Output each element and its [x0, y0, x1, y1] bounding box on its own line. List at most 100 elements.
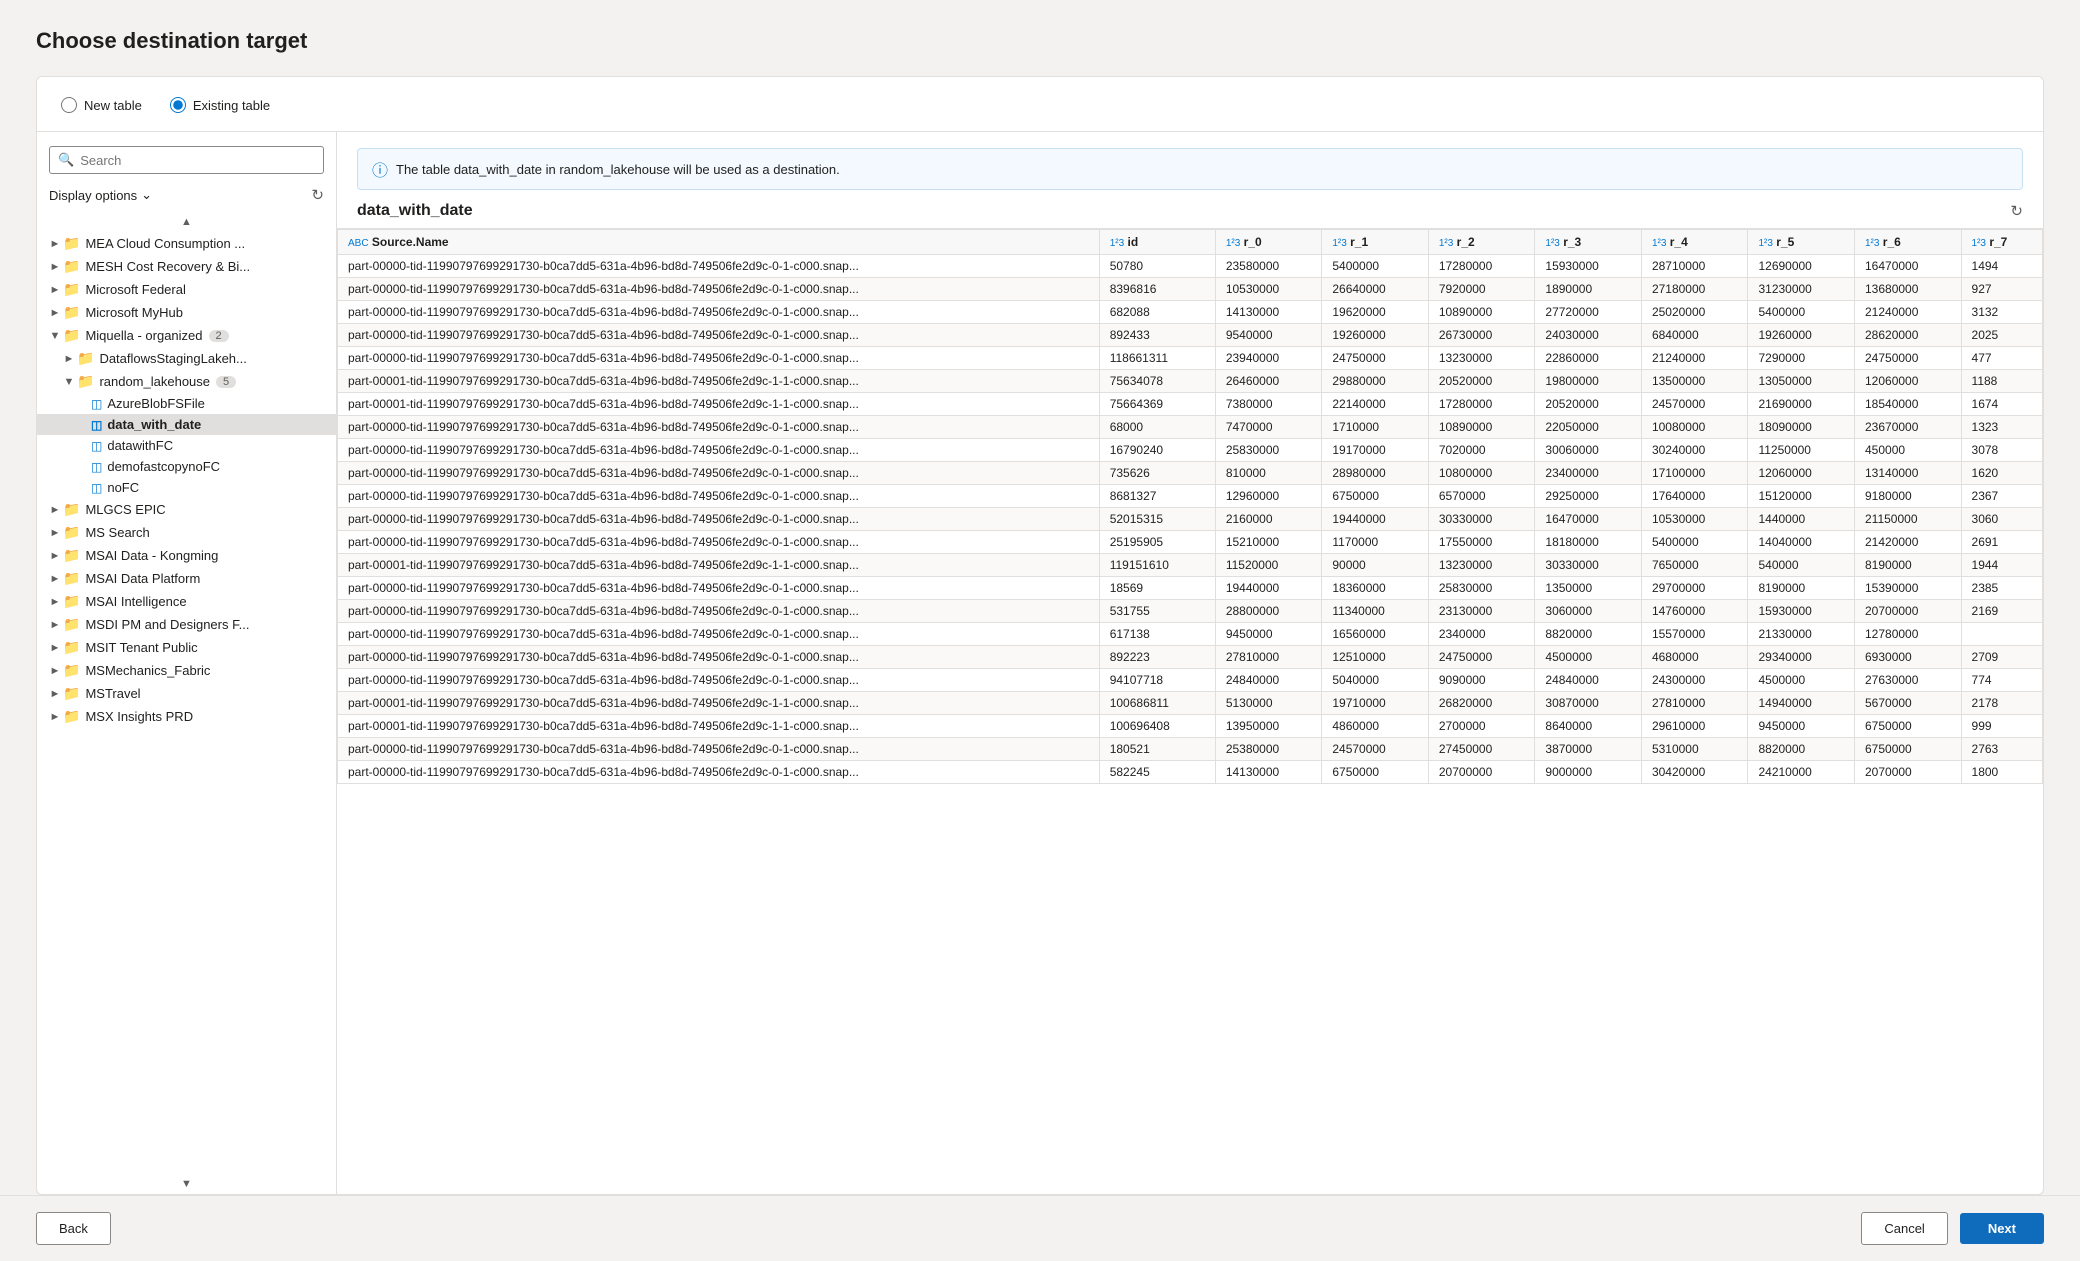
col-header-Source.Name: ABC Source.Name [338, 230, 1100, 255]
back-button[interactable]: Back [36, 1212, 111, 1245]
tree-item-msaidataplatform[interactable]: ►📁MSAI Data Platform [37, 567, 336, 590]
tree-item-randomlake[interactable]: ▼📁random_lakehouse5 [37, 370, 336, 393]
table-cell: 3060 [1961, 508, 2042, 531]
table-cell: 29880000 [1322, 370, 1429, 393]
table-cell: 8190000 [1748, 577, 1855, 600]
scroll-down-arrow[interactable]: ▼ [37, 1174, 336, 1194]
table-cell: 22050000 [1535, 416, 1642, 439]
table-cell: 27180000 [1641, 278, 1748, 301]
table-cell: 94107718 [1099, 669, 1215, 692]
table-cell: 12060000 [1855, 370, 1962, 393]
tree-item-dataflows[interactable]: ►📁DataflowsStagingLakeh... [37, 347, 336, 370]
table-cell: 23940000 [1215, 347, 1322, 370]
table-cell: 9000000 [1535, 761, 1642, 784]
tree-item-label: MSDI PM and Designers F... [85, 617, 249, 632]
tree-item-msfederal[interactable]: ►📁Microsoft Federal [37, 278, 336, 301]
tree-item-msaikongming[interactable]: ►📁MSAI Data - Kongming [37, 544, 336, 567]
right-panel: ⓘ The table data_with_date in random_lak… [337, 132, 2043, 1194]
table-cell: 28980000 [1322, 462, 1429, 485]
tree-item-mssearch[interactable]: ►📁MS Search [37, 521, 336, 544]
existing-table-option[interactable]: Existing table [170, 97, 270, 113]
chevron-icon: ▼ [61, 376, 77, 388]
new-table-option[interactable]: New table [61, 97, 142, 113]
table-cell: 22860000 [1535, 347, 1642, 370]
table-cell: 15570000 [1641, 623, 1748, 646]
table-cell: part-00000-tid-11990797699291730-b0ca7dd… [338, 761, 1100, 784]
table-cell: 1800 [1961, 761, 2042, 784]
chevron-icon: ► [47, 550, 63, 562]
tree-item-mea[interactable]: ►📁MEA Cloud Consumption ... [37, 232, 336, 255]
tree-item-msdipm[interactable]: ►📁MSDI PM and Designers F... [37, 613, 336, 636]
table-icon: ◫ [91, 481, 102, 495]
table-cell: 23580000 [1215, 255, 1322, 278]
tree-item-datawithdate[interactable]: ◫data_with_date [37, 414, 336, 435]
tree-item-mesh[interactable]: ►📁MESH Cost Recovery & Bi... [37, 255, 336, 278]
table-cell: 9090000 [1428, 669, 1535, 692]
data-table-container[interactable]: ABC Source.Name1²3 id1²3 r_01²3 r_11²3 r… [337, 228, 2043, 1194]
display-options-button[interactable]: Display options ⌄ [49, 187, 152, 203]
table-cell: 6750000 [1322, 485, 1429, 508]
table-cell: 23130000 [1428, 600, 1535, 623]
chevron-icon: ► [47, 665, 63, 677]
table-cell: 30330000 [1535, 554, 1642, 577]
tree-item-mstravel[interactable]: ►📁MSTravel [37, 682, 336, 705]
tree-item-msmechanics[interactable]: ►📁MSMechanics_Fabric [37, 659, 336, 682]
tree-item-mymyhub[interactable]: ►📁Microsoft MyHub [37, 301, 336, 324]
table-cell: 2367 [1961, 485, 2042, 508]
table-cell: 30330000 [1428, 508, 1535, 531]
table-cell: 5400000 [1322, 255, 1429, 278]
tree-item-msittenant[interactable]: ►📁MSIT Tenant Public [37, 636, 336, 659]
search-icon: 🔍 [58, 152, 74, 168]
tree-item-msaiintelligence[interactable]: ►📁MSAI Intelligence [37, 590, 336, 613]
table-cell: 6570000 [1428, 485, 1535, 508]
table-cell: 7020000 [1428, 439, 1535, 462]
chevron-icon: ► [47, 619, 63, 631]
existing-table-radio[interactable] [170, 97, 186, 113]
table-cell: 27810000 [1215, 646, 1322, 669]
table-cell: 75634078 [1099, 370, 1215, 393]
table-cell: 19260000 [1748, 324, 1855, 347]
table-cell: 5310000 [1641, 738, 1748, 761]
table-icon: ◫ [91, 397, 102, 411]
table-cell: 23670000 [1855, 416, 1962, 439]
new-table-radio[interactable] [61, 97, 77, 113]
table-row: part-00000-tid-11990797699291730-b0ca7dd… [338, 255, 2043, 278]
table-row: part-00000-tid-11990797699291730-b0ca7dd… [338, 577, 2043, 600]
table-cell: part-00000-tid-11990797699291730-b0ca7dd… [338, 669, 1100, 692]
tree-item-nofc[interactable]: ◫noFC [37, 477, 336, 498]
cancel-button[interactable]: Cancel [1861, 1212, 1947, 1245]
folder-icon: 📁 [63, 708, 80, 725]
tree-item-msxinsights[interactable]: ►📁MSX Insights PRD [37, 705, 336, 728]
next-button[interactable]: Next [1960, 1213, 2044, 1244]
table-refresh-button[interactable]: ↻ [2010, 202, 2023, 220]
tree-item-label: MS Search [85, 525, 149, 540]
chevron-icon: ▼ [47, 330, 63, 342]
tree-item-label: AzureBlobFSFile [107, 396, 205, 411]
table-cell: 15390000 [1855, 577, 1962, 600]
table-cell: 1890000 [1535, 278, 1642, 301]
chevron-down-icon: ⌄ [141, 187, 152, 203]
tree-item-mlgcs[interactable]: ►📁MLGCS EPIC [37, 498, 336, 521]
refresh-button[interactable]: ↻ [311, 186, 324, 204]
tree-item-demofastcopy[interactable]: ◫demofastcopynoFC [37, 456, 336, 477]
chevron-icon: ► [47, 573, 63, 585]
table-row: part-00000-tid-11990797699291730-b0ca7dd… [338, 462, 2043, 485]
table-cell: 12510000 [1322, 646, 1429, 669]
table-row: part-00000-tid-11990797699291730-b0ca7dd… [338, 324, 2043, 347]
table-cell: 17280000 [1428, 255, 1535, 278]
tree-item-azureblob[interactable]: ◫ AzureBlobFSFile [37, 393, 336, 414]
tree-item-datawithfc[interactable]: ◫datawithFC [37, 435, 336, 456]
scroll-up-arrow[interactable]: ▲ [37, 212, 336, 232]
chevron-icon: ► [47, 504, 63, 516]
search-input[interactable] [80, 153, 315, 168]
table-cell: 21330000 [1748, 623, 1855, 646]
table-cell: part-00001-tid-11990797699291730-b0ca7dd… [338, 554, 1100, 577]
table-cell: 2691 [1961, 531, 2042, 554]
col-header-r_6: 1²3 r_6 [1855, 230, 1962, 255]
search-box[interactable]: 🔍 [49, 146, 324, 174]
table-cell: 19440000 [1215, 577, 1322, 600]
table-cell: 27810000 [1641, 692, 1748, 715]
table-cell: part-00001-tid-11990797699291730-b0ca7dd… [338, 692, 1100, 715]
tree-item-miquellaorg[interactable]: ▼📁Miquella - organized2 [37, 324, 336, 347]
table-cell: 9180000 [1855, 485, 1962, 508]
